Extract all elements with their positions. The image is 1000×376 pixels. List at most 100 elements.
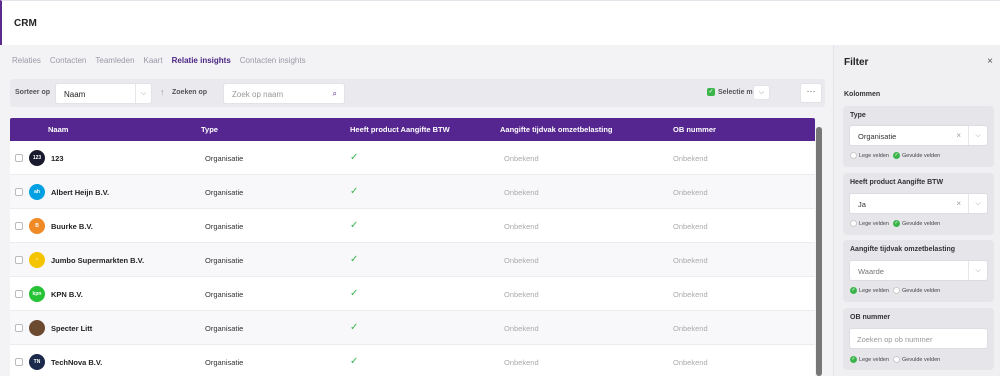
filter-options: Lege velden ✓ Gevulde velden	[850, 152, 940, 159]
option-gevulde-velden[interactable]: Gevulde velden	[892, 287, 941, 294]
column-header-tijdvak[interactable]: Aangifte tijdvak omzetbelasting	[500, 125, 613, 134]
filter-label: Type	[850, 112, 866, 119]
column-header-ob[interactable]: OB nummer	[673, 125, 716, 134]
tab-teamleden[interactable]: Teamleden	[95, 56, 134, 65]
tab-relatie-insights[interactable]: Relatie insights	[172, 56, 231, 65]
filter-block-type: Type Organisatie × ⌵ Lege velden ✓ Gevuld…	[843, 106, 994, 167]
column-header-type[interactable]: Type	[201, 125, 218, 134]
company-name[interactable]: 123	[51, 154, 64, 163]
company-name[interactable]: Albert Heijn B.V.	[51, 188, 109, 197]
search-input[interactable]	[232, 88, 327, 100]
selection-mode-dropdown[interactable]: ⌵	[753, 85, 770, 100]
ob-number: Onbekend	[673, 358, 708, 367]
company-type: Organisatie	[205, 358, 244, 367]
app-title: CRM	[14, 18, 37, 29]
option-gevulde-velden[interactable]: ✓ Gevulde velden	[892, 220, 940, 227]
tijdvak-select[interactable]: Waarde ⌵	[849, 260, 988, 281]
clear-icon[interactable]: ×	[956, 131, 961, 140]
close-icon[interactable]: ×	[987, 56, 993, 67]
company-type: Organisatie	[205, 256, 244, 265]
radio-icon[interactable]	[850, 152, 857, 159]
ob-number: Onbekend	[673, 324, 708, 333]
row-checkbox[interactable]	[15, 188, 23, 196]
ob-number: Onbekend	[673, 256, 708, 265]
table-row[interactable]: TN TechNova B.V. Organisatie ✓ Onbekend Onbek…	[10, 345, 815, 376]
radio-checked-icon[interactable]: ✓	[892, 152, 900, 159]
tab-kaart[interactable]: Kaart	[144, 56, 163, 65]
table-row[interactable]: Specter Litt Organisatie ✓ Onbekend Onbekend	[10, 311, 815, 345]
table-scrollbar[interactable]	[816, 127, 822, 376]
radio-checked-icon[interactable]: ✓	[850, 356, 857, 363]
row-checkbox[interactable]	[15, 256, 23, 264]
ob-number: Onbekend	[673, 290, 708, 299]
chevron-down-icon[interactable]: ⌵	[968, 261, 987, 280]
table-row[interactable]: ah Albert Heijn B.V. Organisatie ✓ Onbekend O…	[10, 175, 815, 209]
radio-icon[interactable]	[892, 356, 900, 363]
ob-search-input[interactable]	[857, 333, 982, 345]
tijdvak-value: Waarde	[858, 267, 884, 276]
sort-label: Sorteer op	[15, 89, 51, 96]
company-name[interactable]: Jumbo Supermarkten B.V.	[51, 256, 144, 265]
filter-title: Filter	[844, 57, 869, 68]
sort-direction-icon[interactable]: ↑	[160, 87, 165, 97]
filter-label: Aangifte tijdvak omzetbelasting	[850, 246, 956, 253]
column-header-naam[interactable]: Naam	[48, 125, 68, 134]
filter-options: Lege velden ✓ Gevulde velden	[850, 220, 940, 227]
table-row[interactable]: kpn KPN B.V. Organisatie ✓ Onbekend Onbekend	[10, 277, 815, 311]
tab-contacten-insights[interactable]: Contacten insights	[240, 56, 306, 65]
search-box[interactable]: ⌕	[223, 83, 345, 104]
checkbox-checked-icon[interactable]: ✓	[707, 88, 715, 96]
tax-period: Onbekend	[504, 154, 539, 163]
type-select[interactable]: Organisatie × ⌵	[849, 125, 988, 146]
company-name[interactable]: KPN B.V.	[51, 290, 83, 299]
table-row[interactable]: B Buurke B.V. Organisatie ✓ Onbekend Onbekend	[10, 209, 815, 243]
filter-label: OB nummer	[850, 314, 891, 321]
ob-search-field[interactable]	[849, 328, 988, 349]
crm-app: CRM Relaties Contacten Teamleden Kaart R…	[0, 0, 1000, 376]
table-row[interactable]: 123 123 Organisatie ✓ Onbekend Onbekend	[10, 141, 815, 175]
more-options-button[interactable]: ···	[800, 83, 822, 103]
company-logo: 123	[29, 150, 45, 166]
row-checkbox[interactable]	[15, 154, 23, 162]
filter-panel: Filter × Kolommen Type Organisatie × ⌵ L…	[833, 45, 1000, 376]
radio-icon[interactable]	[850, 220, 857, 227]
clear-icon[interactable]: ×	[956, 199, 961, 208]
company-name[interactable]: Buurke B.V.	[51, 222, 93, 231]
btw-select[interactable]: Ja × ⌵	[849, 193, 988, 214]
tab-contacten[interactable]: Contacten	[50, 56, 86, 65]
row-checkbox[interactable]	[15, 222, 23, 230]
ob-number: Onbekend	[673, 154, 708, 163]
radio-checked-icon[interactable]: ✓	[850, 287, 857, 294]
search-icon[interactable]: ⌕	[333, 89, 337, 99]
chevron-down-icon[interactable]: ⌵	[968, 194, 987, 213]
option-lege-velden[interactable]: ✓ Lege velden	[850, 356, 889, 363]
option-lege-velden[interactable]: Lege velden	[850, 220, 889, 227]
option-lege-velden[interactable]: Lege velden	[850, 152, 889, 159]
tax-period: Onbekend	[504, 188, 539, 197]
tab-relaties[interactable]: Relaties	[12, 56, 41, 65]
radio-icon[interactable]	[892, 287, 900, 294]
row-checkbox[interactable]	[15, 324, 23, 332]
row-checkbox[interactable]	[15, 290, 23, 298]
table-row[interactable]: ~ Jumbo Supermarkten B.V. Organisatie ✓ Onbe…	[10, 243, 815, 277]
option-lege-velden[interactable]: ✓ Lege velden	[850, 287, 889, 294]
radio-checked-icon[interactable]: ✓	[892, 220, 900, 227]
option-label: Lege velden	[859, 152, 889, 159]
row-checkbox[interactable]	[15, 358, 23, 366]
option-gevulde-velden[interactable]: Gevulde velden	[892, 356, 940, 363]
tax-period: Onbekend	[504, 290, 539, 299]
company-name[interactable]: TechNova B.V.	[51, 358, 102, 367]
chevron-down-icon: ⌵	[135, 84, 151, 103]
chevron-down-icon[interactable]: ⌵	[968, 126, 987, 145]
option-gevulde-velden[interactable]: ✓ Gevulde velden	[892, 152, 940, 159]
checkmark-icon: ✓	[350, 220, 359, 231]
ob-number: Onbekend	[673, 188, 708, 197]
scrollbar-thumb[interactable]	[816, 127, 822, 376]
column-header-btw[interactable]: Heeft product Aangifte BTW	[350, 125, 450, 134]
option-label: Gevulde velden	[901, 287, 941, 294]
sort-select[interactable]: Naam ⌵	[55, 83, 152, 104]
filter-label: Heeft product Aangifte BTW	[850, 179, 944, 186]
table-header: Naam Type Heeft product Aangifte BTW Aan…	[10, 118, 815, 141]
company-logo: TN	[29, 354, 45, 370]
company-name[interactable]: Specter Litt	[51, 324, 92, 333]
